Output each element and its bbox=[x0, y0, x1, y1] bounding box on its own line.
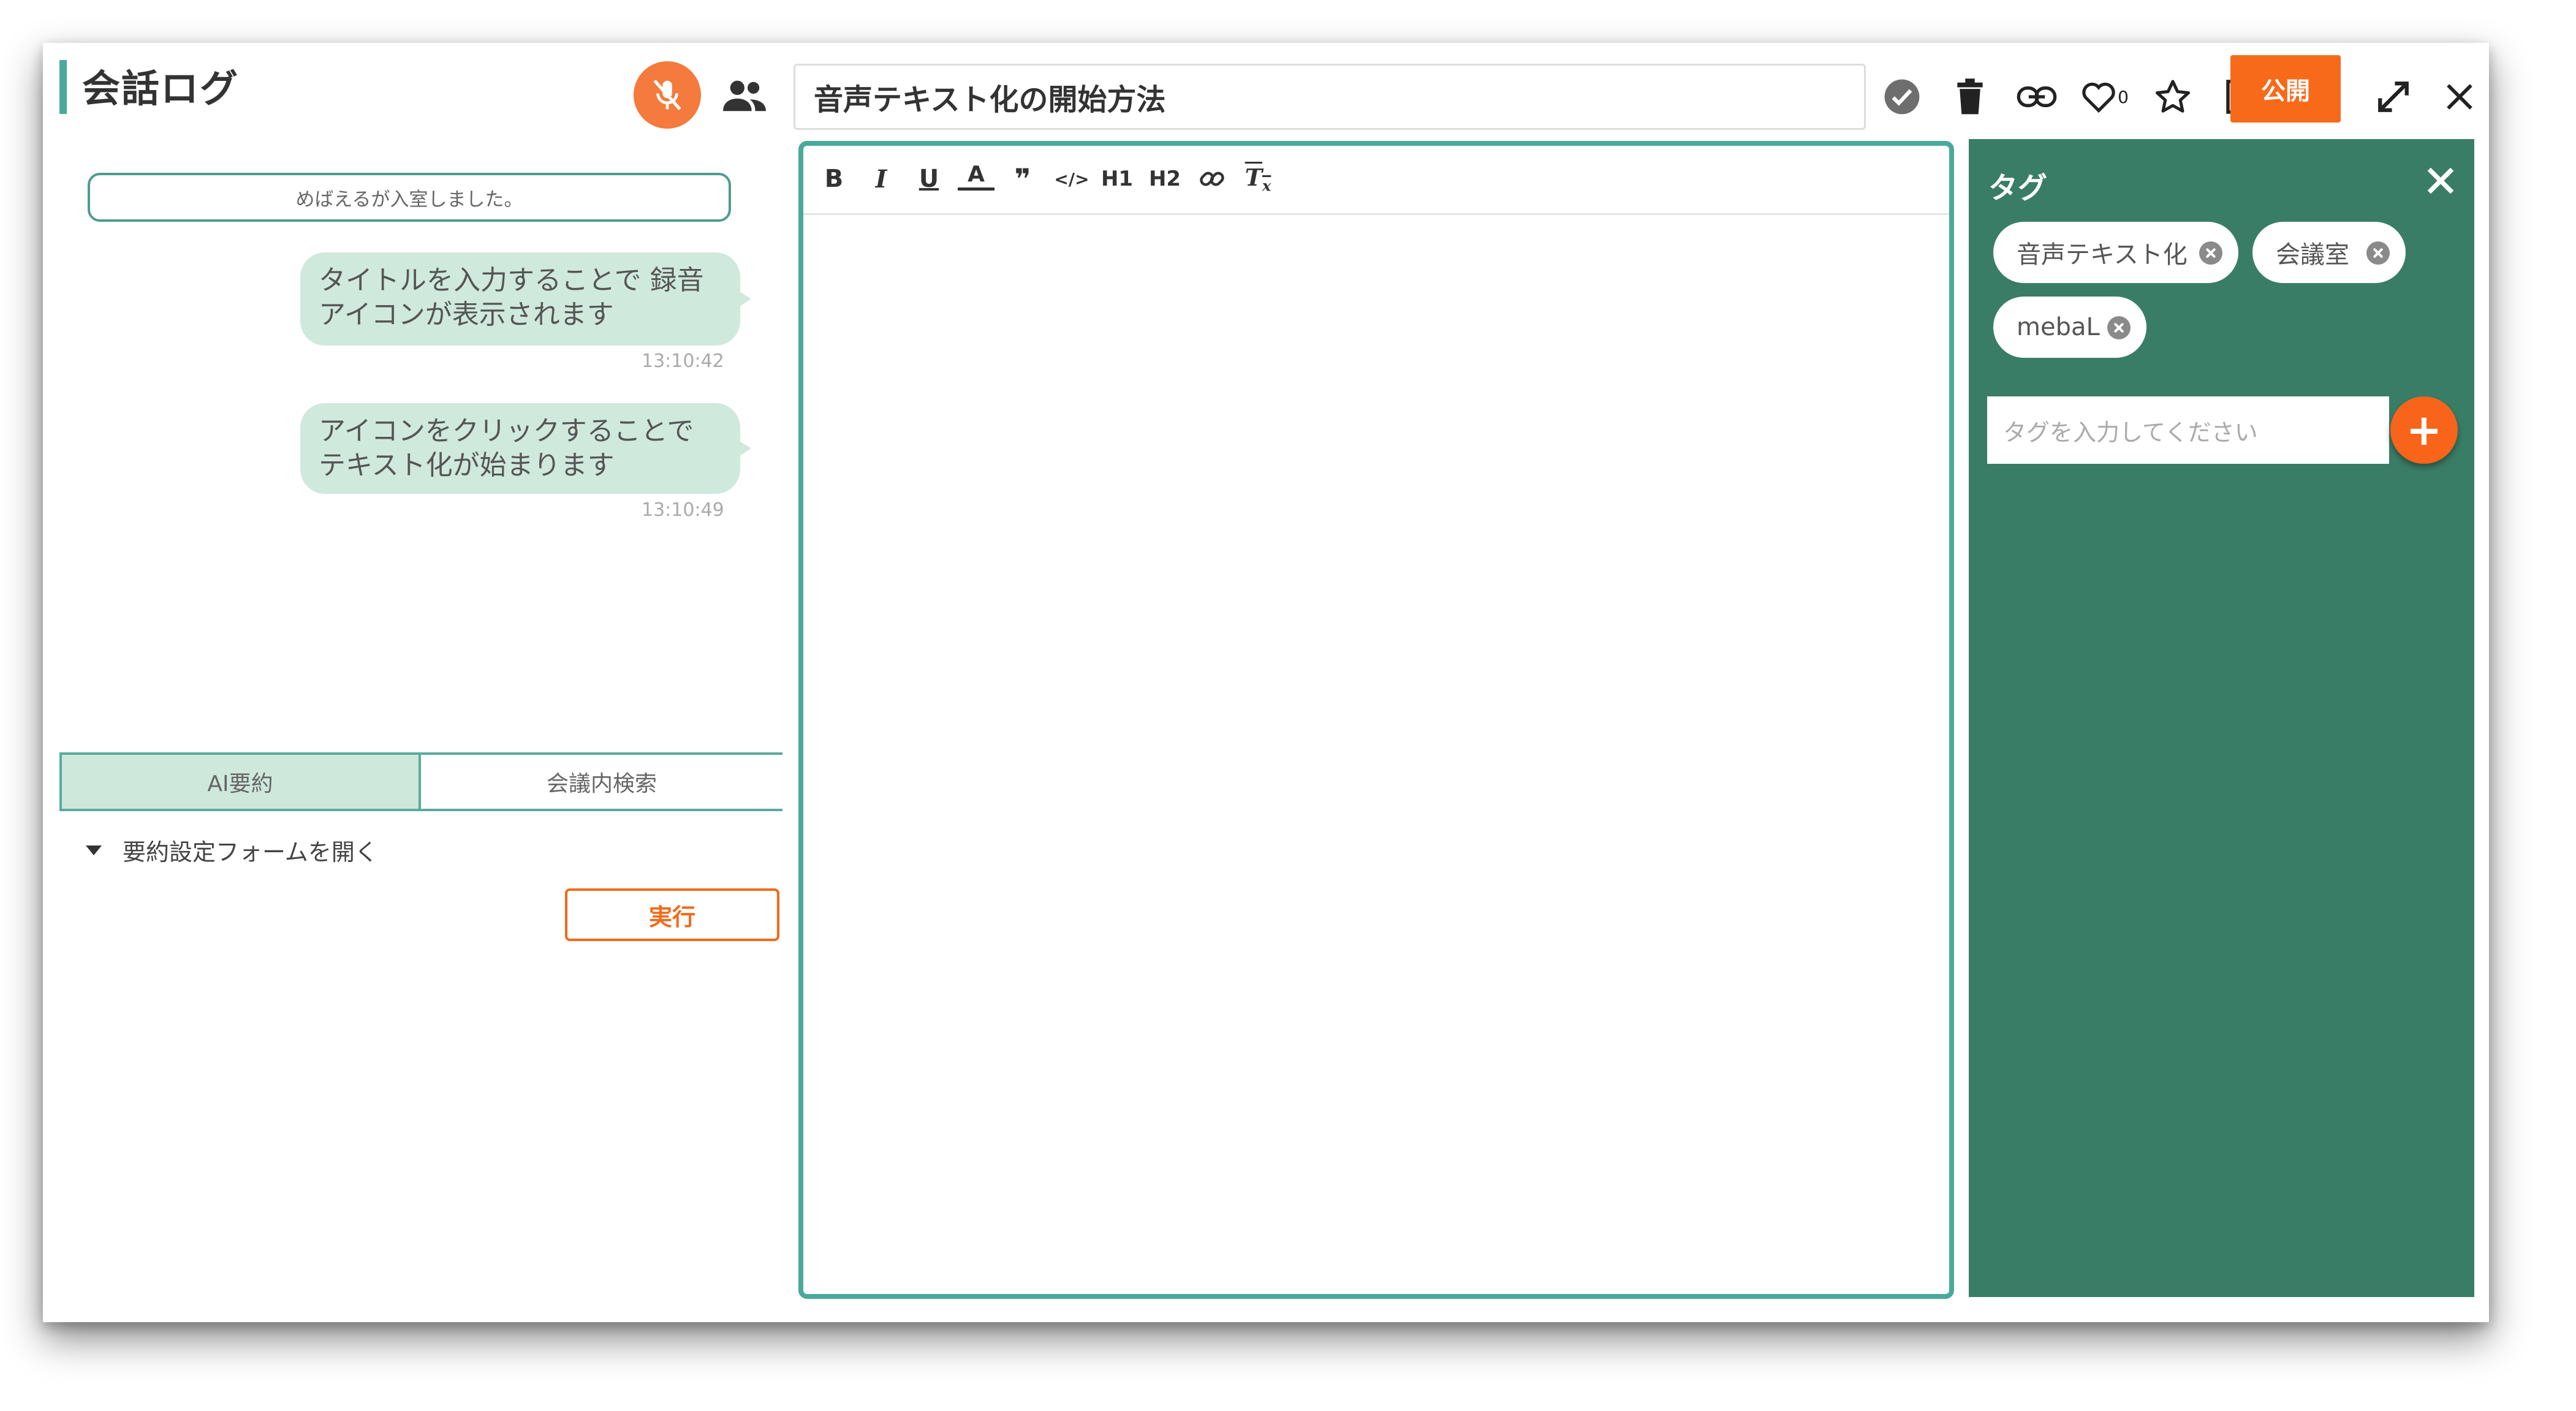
tag-panel: タグ 音声テキスト化 会議室 mebaL タグを入力してください + bbox=[1969, 139, 2474, 1297]
mic-off-icon bbox=[653, 80, 681, 110]
italic-icon: I bbox=[875, 164, 887, 194]
tag-panel-title: タグ bbox=[1988, 171, 2048, 205]
message-line: アイコンをクリックすることで bbox=[319, 415, 694, 447]
code-button[interactable]: </> bbox=[1050, 161, 1093, 197]
editor-toolbar: B I U A ❞ </> H1 H2 Tx bbox=[803, 146, 1949, 215]
code-icon: </> bbox=[1054, 168, 1089, 189]
heading1-button[interactable]: H1 bbox=[1099, 161, 1135, 197]
mic-off-button[interactable] bbox=[634, 61, 701, 129]
tag-label: mebaL bbox=[2017, 313, 2100, 341]
message-line: テキスト化が始まります bbox=[319, 450, 615, 481]
like-button[interactable]: 0 bbox=[2077, 75, 2132, 119]
participants-icon[interactable] bbox=[723, 77, 766, 113]
link-icon[interactable] bbox=[2015, 75, 2059, 119]
message-timestamp: 13:10:42 bbox=[642, 350, 724, 372]
like-count: 0 bbox=[2118, 86, 2129, 107]
add-tag-button[interactable]: + bbox=[2390, 396, 2458, 464]
message-line: アイコンが表示されます bbox=[319, 299, 614, 330]
run-button[interactable]: 実行 bbox=[565, 888, 779, 941]
title-accent-bar bbox=[59, 60, 67, 114]
tag-label: 音声テキスト化 bbox=[2017, 241, 2188, 269]
heading2-icon: H2 bbox=[1148, 167, 1181, 191]
underline-button[interactable]: U bbox=[911, 161, 947, 197]
message-line: タイトルを入力することで 録音 bbox=[319, 265, 704, 296]
bold-icon: B bbox=[824, 165, 844, 193]
editor-content[interactable] bbox=[816, 225, 1937, 1282]
blockquote-button[interactable]: ❞ bbox=[1004, 161, 1041, 197]
message-timestamp: 13:10:49 bbox=[642, 499, 724, 521]
heading2-button[interactable]: H2 bbox=[1146, 161, 1183, 197]
summary-tabs: AI要約 会議内検索 bbox=[59, 752, 782, 811]
link-button[interactable] bbox=[1194, 161, 1230, 197]
publish-button[interactable]: 公開 bbox=[2230, 55, 2341, 123]
clear-format-icon: Tx bbox=[1244, 163, 1271, 195]
trash-icon[interactable] bbox=[1948, 75, 1992, 119]
chat-message: タイトルを入力することで 録音 アイコンが表示されます bbox=[300, 252, 751, 346]
tag-chip: mebaL bbox=[1993, 297, 2146, 358]
tag-chip: 会議室 bbox=[2252, 222, 2406, 283]
close-icon[interactable] bbox=[2438, 75, 2482, 119]
tag-label: 会議室 bbox=[2276, 241, 2349, 269]
summary-settings-label: 要約設定フォームを開く bbox=[123, 839, 378, 866]
app-window: 会話ログ めばえるが入室しました。 タイトルを入力することで 録音 アイコンが表… bbox=[43, 43, 2489, 1322]
chat-message: アイコンをクリックすることで テキスト化が始まります bbox=[300, 403, 751, 494]
expand-icon[interactable] bbox=[2371, 75, 2415, 119]
tag-input[interactable]: タグを入力してください bbox=[1987, 396, 2389, 464]
panel-title: 会話ログ bbox=[82, 66, 240, 111]
tag-chip: 音声テキスト化 bbox=[1993, 222, 2238, 283]
quote-icon: ❞ bbox=[1014, 162, 1031, 195]
remove-tag-icon[interactable] bbox=[2366, 241, 2390, 265]
font-color-button[interactable]: A bbox=[958, 161, 994, 191]
check-circle-icon[interactable] bbox=[1880, 75, 1924, 119]
heart-icon bbox=[2082, 82, 2115, 113]
chain-link-icon bbox=[1200, 172, 1224, 186]
star-icon[interactable] bbox=[2151, 75, 2195, 119]
rich-text-editor[interactable]: B I U A ❞ </> H1 H2 Tx bbox=[798, 141, 1954, 1299]
font-color-icon: A bbox=[968, 161, 985, 187]
italic-button[interactable]: I bbox=[863, 161, 900, 197]
heading1-icon: H1 bbox=[1100, 167, 1134, 191]
underline-icon: U bbox=[919, 165, 939, 193]
clear-format-button[interactable]: Tx bbox=[1240, 161, 1276, 197]
caret-down-icon bbox=[86, 845, 102, 855]
tag-panel-close-icon[interactable] bbox=[2423, 164, 2458, 198]
system-notice: めばえるが入室しました。 bbox=[88, 173, 731, 222]
conversation-log-panel: 会話ログ めばえるが入室しました。 タイトルを入力することで 録音 アイコンが表… bbox=[43, 43, 803, 1322]
remove-tag-icon[interactable] bbox=[2199, 241, 2222, 265]
tab-meeting-search[interactable]: 会議内検索 bbox=[421, 752, 782, 811]
bold-button[interactable]: B bbox=[816, 161, 852, 197]
document-title-input[interactable]: 音声テキスト化の開始方法 bbox=[794, 64, 1866, 130]
remove-tag-icon[interactable] bbox=[2107, 316, 2131, 339]
tab-ai-summary[interactable]: AI要約 bbox=[59, 752, 421, 811]
summary-settings-toggle[interactable]: 要約設定フォームを開く bbox=[86, 833, 378, 867]
